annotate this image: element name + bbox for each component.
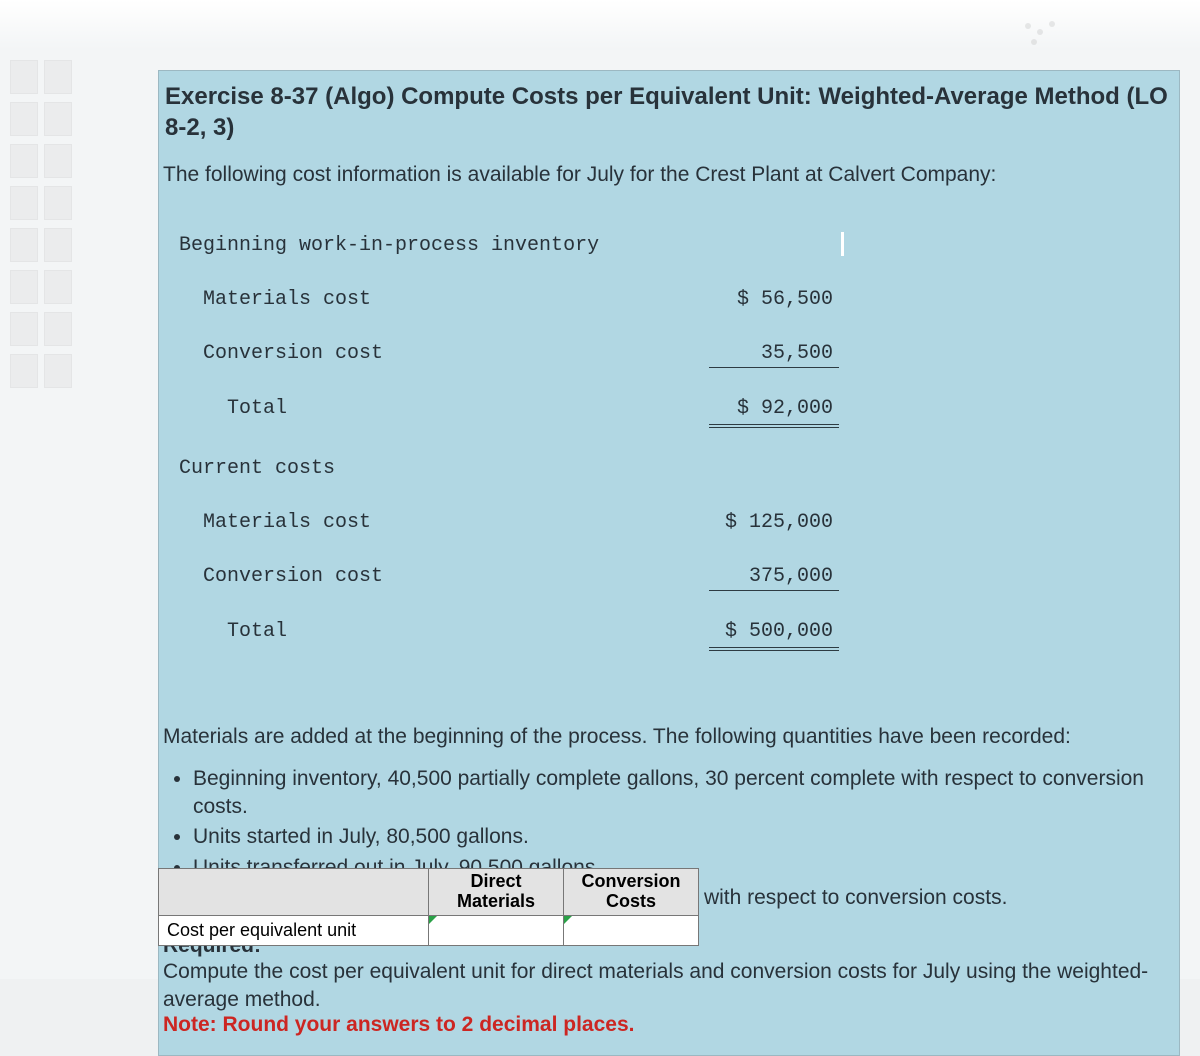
begwip-total-label: Total	[179, 395, 709, 428]
quantity-item: Beginning inventory, 40,500 partially co…	[193, 765, 1175, 822]
current-conversion-label: Conversion cost	[179, 563, 709, 591]
current-total-label: Total	[179, 618, 709, 651]
answer-table-area: DirectMaterials ConversionCosts Cost per…	[158, 868, 699, 946]
begwip-conversion-value: 35,500	[709, 340, 839, 368]
direct-materials-input[interactable]	[429, 915, 564, 945]
materials-note: Materials are added at the beginning of …	[159, 713, 1179, 760]
answer-row-label: Cost per equivalent unit	[159, 915, 429, 945]
rounding-note: Note: Round your answers to 2 decimal pl…	[159, 1013, 1179, 1055]
answer-header-conversion-costs: ConversionCosts	[564, 869, 699, 916]
conversion-costs-input[interactable]	[564, 915, 699, 945]
quantity-item: Units started in July, 80,500 gallons.	[193, 823, 1175, 851]
begwip-materials-label: Materials cost	[179, 286, 709, 313]
required-text: Compute the cost per equivalent unit for…	[159, 958, 1179, 1013]
current-heading: Current costs	[179, 455, 709, 482]
input-indicator-icon	[429, 916, 437, 924]
exercise-title: Exercise 8-37 (Algo) Compute Costs per E…	[159, 71, 1179, 153]
answer-table: DirectMaterials ConversionCosts Cost per…	[158, 868, 699, 946]
begwip-total-value: $ 92,000	[709, 395, 839, 428]
current-total-value: $ 500,000	[709, 618, 839, 651]
begwip-conversion-label: Conversion cost	[179, 340, 709, 368]
cost-information-block: Beginning work-in-process inventory Mate…	[159, 197, 1179, 713]
current-materials-value: $ 125,000	[709, 509, 839, 536]
current-materials-label: Materials cost	[179, 509, 709, 536]
begwip-materials-value: $ 56,500	[709, 286, 839, 313]
intro-text: The following cost information is availa…	[159, 153, 1179, 197]
answer-header-direct-materials: DirectMaterials	[429, 869, 564, 916]
answer-header-empty	[159, 869, 429, 916]
background-spreadsheet-blur	[10, 60, 110, 660]
current-conversion-value: 375,000	[709, 563, 839, 591]
decorative-dots-icon	[1020, 18, 1060, 48]
begwip-heading: Beginning work-in-process inventory	[179, 232, 709, 259]
input-indicator-icon	[564, 916, 572, 924]
